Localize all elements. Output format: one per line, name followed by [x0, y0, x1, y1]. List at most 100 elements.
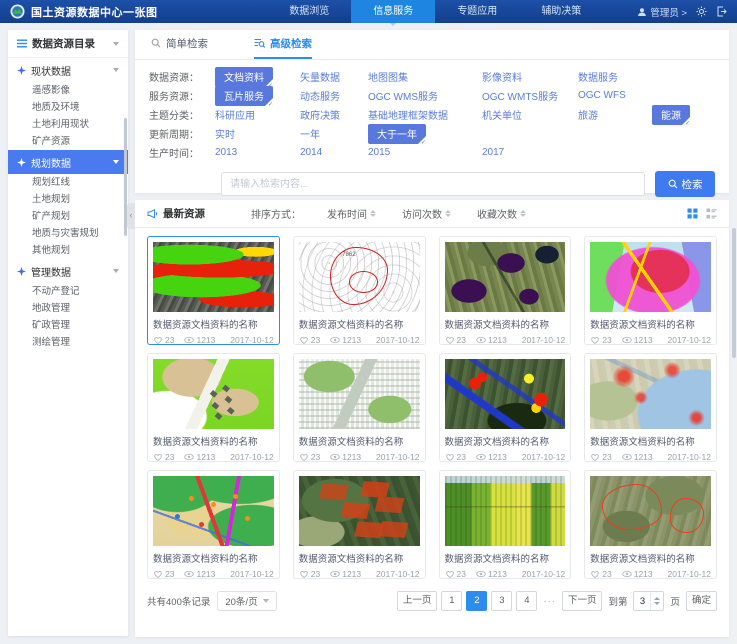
resource-card[interactable]: 数据资源文档资料的名称 23 1213 2017-10-12: [439, 353, 572, 462]
likes-count: 23: [602, 452, 611, 462]
filter-option-selected[interactable]: 能源: [652, 105, 690, 125]
eye-icon: [622, 570, 632, 578]
page-scrollbar-thumb[interactable]: [732, 228, 736, 358]
tree-item-land-planning[interactable]: 土地规划: [8, 191, 128, 208]
card-title: 数据资源文档资料的名称: [299, 317, 420, 331]
tree-item-other-planning[interactable]: 其他规划: [8, 242, 128, 259]
resource-card[interactable]: 数据资源文档资料的名称 23 1213 2017-10-12: [293, 353, 426, 462]
resource-card[interactable]: 数据资源文档资料的名称 23 1213 2017-10-12: [439, 470, 572, 579]
filter-option[interactable]: 政府决策: [300, 107, 340, 122]
card-title: 数据资源文档资料的名称: [590, 434, 711, 448]
filter-option[interactable]: 动态服务: [300, 88, 340, 103]
filter-option[interactable]: 一年: [300, 126, 320, 141]
tree-item-mineral-resources[interactable]: 矿产资源: [8, 133, 128, 150]
resource-card[interactable]: 数据资源文档资料的名称 23 1213 2017-10-12: [147, 470, 280, 579]
goto-page-input[interactable]: 3: [633, 591, 664, 611]
card-title: 数据资源文档资料的名称: [590, 317, 711, 331]
page-button-4[interactable]: 4: [516, 591, 537, 611]
tab-simple-search[interactable]: 简单检索: [151, 29, 208, 59]
filter-option[interactable]: OGC WFS: [578, 90, 626, 101]
spinner-arrows-icon[interactable]: [650, 592, 663, 610]
card-thumbnail-map: 7862: [299, 242, 420, 312]
prev-page-button[interactable]: 上一页: [397, 591, 438, 611]
sort-option-label: 发布时间: [327, 206, 367, 221]
card-date: 2017-10-12: [522, 569, 565, 579]
filter-option[interactable]: 2014: [300, 147, 322, 158]
filter-option[interactable]: 矢量数据: [300, 69, 340, 84]
filter-option[interactable]: OGC WMTS服务: [482, 88, 558, 103]
settings-gear-icon[interactable]: [696, 6, 707, 17]
tree-item-geo-disaster-planning[interactable]: 地质与灾害规划: [8, 225, 128, 242]
tree-item-land-administration[interactable]: 地政管理: [8, 300, 128, 317]
next-page-button[interactable]: 下一页: [562, 591, 603, 611]
page-button-1[interactable]: 1: [441, 591, 462, 611]
page-button-3[interactable]: 3: [491, 591, 512, 611]
filter-option[interactable]: 地图图集: [368, 69, 408, 84]
filter-option[interactable]: 影像资料: [482, 69, 522, 84]
filter-option[interactable]: 科研应用: [215, 107, 255, 122]
tree-item-geology-env[interactable]: 地质及环境: [8, 99, 128, 116]
resource-card[interactable]: 数据资源文档资料的名称 23 1213 2017-10-12: [584, 470, 717, 579]
heart-icon: [299, 452, 309, 462]
nav-item-data-browse[interactable]: 数据浏览: [267, 0, 351, 23]
filter-option[interactable]: OGC WMS服务: [368, 88, 438, 103]
search-button[interactable]: 检索: [655, 171, 715, 197]
sort-label: 排序方式：: [251, 206, 301, 221]
views-count: 1213: [196, 569, 215, 579]
resource-card[interactable]: 数据资源文档资料的名称 23 1213 2017-10-12: [584, 353, 717, 462]
confirm-button[interactable]: 确定: [686, 591, 717, 611]
user-menu[interactable]: 管理员 >: [637, 5, 687, 19]
filter-option[interactable]: 2013: [215, 147, 237, 158]
catalog-header[interactable]: 数据资源目录: [8, 30, 128, 58]
tree-group-management-data[interactable]: 管理数据: [8, 259, 128, 283]
search-tabs: 简单检索 高级检索: [135, 30, 729, 60]
resource-card[interactable]: 数据资源文档资料的名称 23 1213 2017-10-12: [147, 353, 280, 462]
filter-option[interactable]: 数据服务: [578, 69, 618, 84]
logout-icon[interactable]: [716, 6, 727, 17]
list-view-icon[interactable]: [706, 208, 717, 219]
sort-by-favorites[interactable]: 收藏次数: [477, 206, 526, 221]
filter-option[interactable]: 2015: [368, 147, 390, 158]
nav-item-decision-support[interactable]: 辅助决策: [519, 0, 603, 23]
resource-card[interactable]: 数据资源文档资料的名称 23 1213 2017-10-12: [147, 236, 280, 345]
views-count: 1213: [488, 335, 507, 345]
resource-card[interactable]: 数据资源文档资料的名称 23 1213 2017-10-12: [293, 470, 426, 579]
search-icon: [151, 38, 161, 48]
page-size-select[interactable]: 20条/页: [217, 591, 276, 611]
filter-option[interactable]: 基础地理框架数据: [368, 107, 448, 122]
tree-item-land-use[interactable]: 土地利用现状: [8, 116, 128, 133]
tree-group-planning-data[interactable]: 规划数据: [8, 150, 128, 174]
card-meta: 23 1213 2017-10-12: [153, 569, 274, 579]
sort-by-visits[interactable]: 访问次数: [402, 206, 451, 221]
filter-option-selected[interactable]: 瓦片服务: [215, 86, 273, 106]
tree-item-surveying-administration[interactable]: 测绘管理: [8, 334, 128, 351]
filter-option[interactable]: 旅游: [578, 107, 598, 122]
page-scrollbar[interactable]: [731, 23, 737, 644]
resource-card[interactable]: 7862 数据资源文档资料的名称 23 1213 2017-10-12: [293, 236, 426, 345]
resource-card[interactable]: 数据资源文档资料的名称 23 1213 2017-10-12: [439, 236, 572, 345]
tree-item-real-estate-registration[interactable]: 不动产登记: [8, 283, 128, 300]
filter-option[interactable]: 实时: [215, 126, 235, 141]
search-input[interactable]: [221, 172, 645, 196]
tree-item-planning-redline[interactable]: 规划红线: [8, 174, 128, 191]
pagination-ellipsis: ···: [541, 596, 558, 607]
tree-item-mineral-planning[interactable]: 矿产规划: [8, 208, 128, 225]
sort-by-publish-time[interactable]: 发布时间: [327, 206, 376, 221]
tree-item-remote-sensing[interactable]: 遥感影像: [8, 82, 128, 99]
eye-icon: [330, 453, 340, 461]
filter-option[interactable]: 机关单位: [482, 107, 522, 122]
page-button-2[interactable]: 2: [466, 591, 487, 611]
tree-item-mining-administration[interactable]: 矿政管理: [8, 317, 128, 334]
nav-item-thematic-app[interactable]: 专题应用: [435, 0, 519, 23]
grid-view-icon[interactable]: [687, 208, 698, 219]
filter-option[interactable]: 2017: [482, 147, 504, 158]
chevron-down-icon: [113, 42, 119, 46]
tree-group-current-data[interactable]: 现状数据: [8, 58, 128, 82]
nav-item-info-service[interactable]: 信息服务: [351, 0, 435, 23]
filter-option-selected[interactable]: 大于一年: [368, 124, 426, 144]
tab-advanced-search[interactable]: 高级检索: [254, 29, 312, 59]
resource-card[interactable]: 数据资源文档资料的名称 23 1213 2017-10-12: [584, 236, 717, 345]
top-navbar: 国土资源数据中心一张图 数据浏览 信息服务 专题应用 辅助决策 管理员 >: [0, 0, 737, 23]
filter-option-selected[interactable]: 文档资料: [215, 67, 273, 87]
sidebar-collapse-handle[interactable]: ‹: [127, 203, 135, 229]
